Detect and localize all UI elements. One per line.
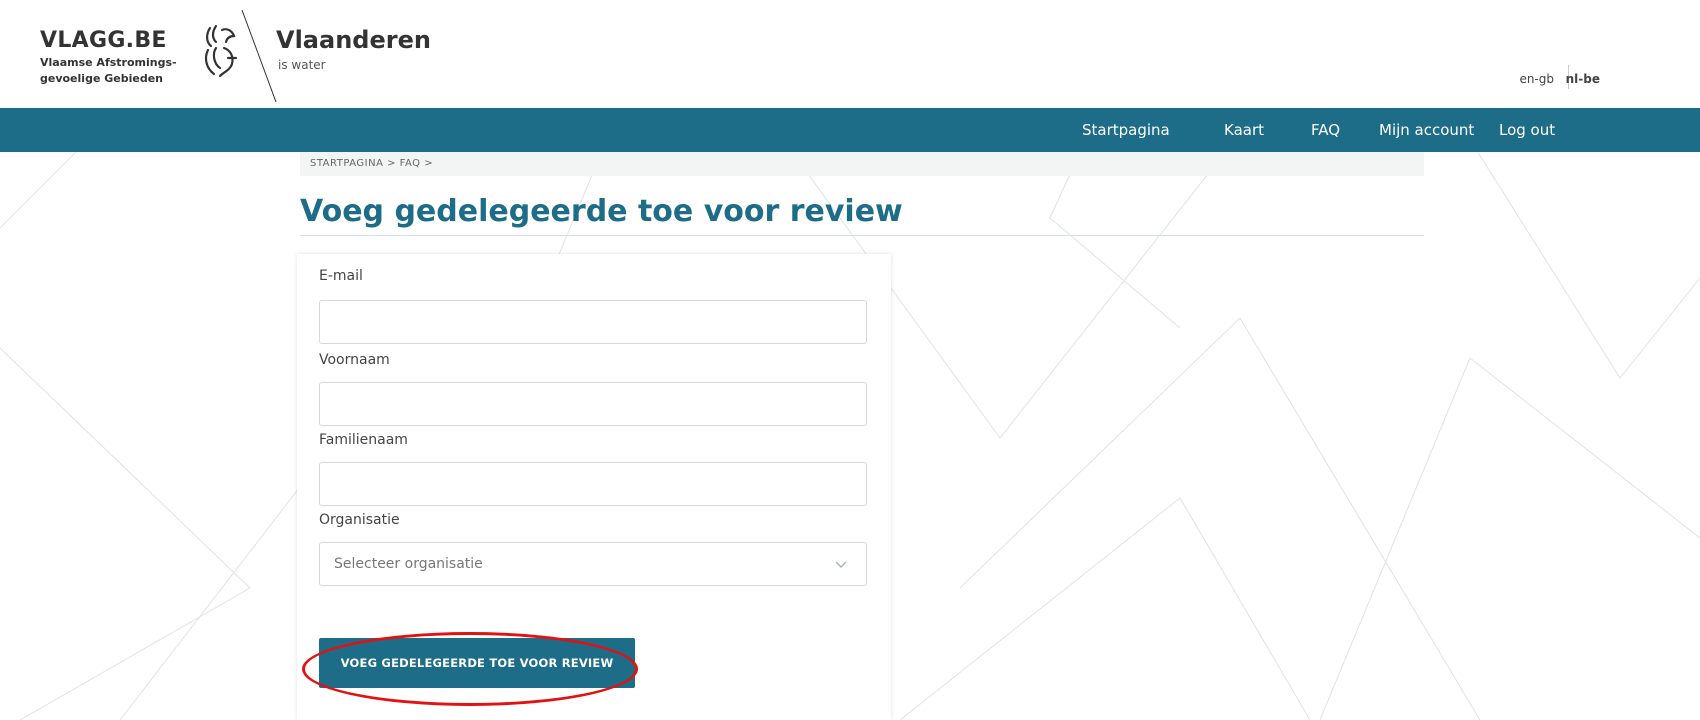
nav-log-out[interactable]: Log out bbox=[1499, 121, 1555, 139]
language-nl-be[interactable]: nl-be bbox=[1566, 72, 1600, 86]
chevron-down-icon bbox=[835, 561, 847, 569]
vlaanderen-wordmark: Vlaanderen bbox=[276, 26, 431, 54]
brand-title: VLAGG.BE bbox=[40, 28, 167, 53]
highlight-annotation bbox=[302, 632, 638, 706]
header-divider bbox=[241, 10, 277, 102]
nav-startpagina[interactable]: Startpagina bbox=[1082, 121, 1170, 139]
vlaanderen-tagline: is water bbox=[278, 58, 326, 72]
email-field[interactable] bbox=[320, 301, 866, 343]
title-divider bbox=[300, 235, 1424, 236]
site-header: VLAGG.BE Vlaamse Afstromings- gevoelige … bbox=[0, 0, 1700, 108]
language-en-gb[interactable]: en-gb bbox=[1519, 72, 1554, 86]
main-navigation: Startpagina Kaart FAQ Mijn account Log o… bbox=[0, 108, 1700, 152]
brand-subtitle-line-2: gevoelige Gebieden bbox=[40, 72, 163, 85]
organisation-select[interactable]: Selecteer organisatie bbox=[319, 542, 867, 586]
nav-faq[interactable]: FAQ bbox=[1311, 121, 1340, 139]
lastname-label: Familienaam bbox=[319, 432, 408, 448]
nav-mijn-account[interactable]: Mijn account bbox=[1379, 121, 1474, 139]
email-field-wrapper bbox=[319, 300, 867, 344]
lastname-field-wrapper bbox=[319, 462, 867, 506]
page-title: Voeg gedelegeerde toe voor review bbox=[300, 194, 903, 229]
nav-kaart[interactable]: Kaart bbox=[1224, 121, 1264, 139]
brand-subtitle-line-1: Vlaamse Afstromings- bbox=[40, 56, 177, 69]
breadcrumb-text[interactable]: STARTPAGINA > FAQ > bbox=[310, 158, 433, 169]
firstname-label: Voornaam bbox=[319, 352, 390, 368]
firstname-field-wrapper bbox=[319, 382, 867, 426]
lastname-field[interactable] bbox=[320, 463, 866, 505]
vlagg-logo[interactable]: VLAGG.BE Vlaamse Afstromings- gevoelige … bbox=[40, 28, 177, 85]
vlaanderen-lion-icon bbox=[204, 24, 238, 78]
firstname-field[interactable] bbox=[320, 383, 866, 425]
email-label: E-mail bbox=[319, 268, 363, 284]
organisation-label: Organisatie bbox=[319, 512, 400, 528]
breadcrumb: STARTPAGINA > FAQ > bbox=[300, 152, 1424, 176]
organisation-select-value: Selecteer organisatie bbox=[334, 556, 483, 572]
